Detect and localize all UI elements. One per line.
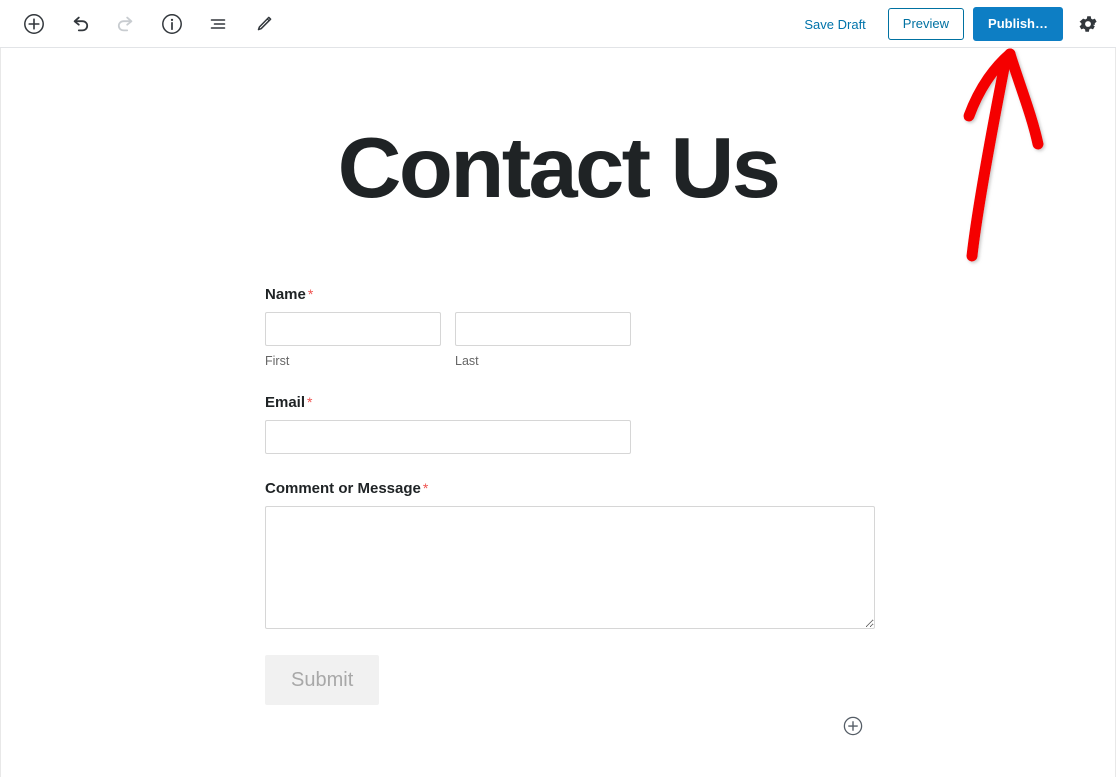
block-appender-button[interactable] [842, 715, 864, 737]
editor-canvas: Contact Us Name * First Last Email * Com… [0, 48, 1116, 777]
email-required-marker: * [307, 394, 313, 410]
save-draft-link[interactable]: Save Draft [796, 11, 873, 38]
message-required-marker: * [422, 480, 429, 496]
name-first-sublabel: First [265, 354, 290, 368]
gear-icon-glyph [1079, 16, 1097, 32]
name-first-input[interactable] [265, 312, 441, 346]
name-inputs-row: First Last [265, 312, 885, 368]
message-label: Comment or Message * [265, 480, 885, 498]
undo-icon-glyph [73, 16, 89, 31]
name-last-sublabel: Last [455, 354, 479, 368]
name-label-text: Name [265, 286, 306, 303]
field-group-email: Email * [265, 394, 885, 454]
add-block-icon-glyph [24, 13, 44, 34]
edit-pencil-icon[interactable] [246, 6, 282, 42]
submit-row: Submit [265, 655, 885, 705]
submit-button[interactable]: Submit [265, 655, 380, 705]
name-label: Name * [265, 286, 885, 304]
email-label-text: Email [265, 394, 306, 411]
toolbar-left-group [0, 6, 282, 42]
contact-form: Name * First Last Email * Comment or Mes… [265, 286, 885, 705]
preview-button[interactable]: Preview [887, 8, 965, 40]
add-block-icon [843, 716, 863, 736]
name-last-col: Last [455, 312, 631, 368]
name-required-marker: * [307, 286, 314, 302]
field-group-message: Comment or Message * [265, 480, 885, 629]
publish-button[interactable]: Publish… [973, 7, 1063, 41]
undo-icon[interactable] [62, 6, 98, 42]
email-input[interactable] [265, 420, 631, 454]
toolbar-right-group: Save Draft Preview Publish… [796, 0, 1106, 48]
list-view-icon-glyph [210, 18, 226, 29]
info-icon[interactable] [154, 6, 190, 42]
gear-icon[interactable] [1070, 6, 1106, 42]
edit-pencil-icon-glyph [257, 16, 272, 30]
list-view-icon[interactable] [200, 6, 236, 42]
info-icon-glyph [162, 13, 182, 34]
field-group-name: Name * First Last [265, 286, 885, 368]
redo-icon[interactable] [108, 6, 144, 42]
name-first-col: First [265, 312, 441, 368]
add-block-icon[interactable] [16, 6, 52, 42]
message-label-text: Comment or Message [265, 480, 421, 497]
email-label: Email * [265, 394, 885, 412]
message-textarea[interactable] [265, 506, 875, 629]
page-title: Contact Us [337, 121, 781, 216]
name-last-input[interactable] [455, 312, 631, 346]
editor-toolbar: Save Draft Preview Publish… [0, 0, 1116, 48]
redo-icon-glyph [117, 16, 133, 31]
